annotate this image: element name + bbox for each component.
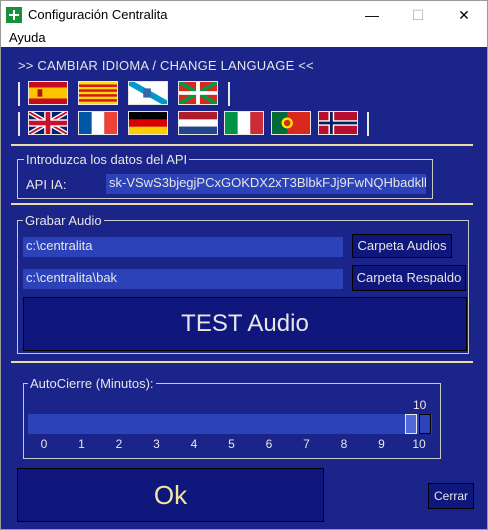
menu-bar: Ayuda (1, 29, 487, 47)
autoclose-tick-label: 9 (378, 437, 385, 451)
menu-ayuda[interactable]: Ayuda (9, 30, 46, 45)
section-separator (11, 144, 473, 146)
audio-path-input[interactable]: c:\centralita (23, 237, 343, 257)
section-separator (11, 203, 473, 205)
spain-flag-button[interactable] (28, 81, 68, 105)
section-separator (11, 361, 473, 363)
autoclose-tick-label: 3 (153, 437, 160, 451)
galicia-flag-icon (129, 82, 167, 104)
norway-flag-icon (319, 112, 357, 134)
italy-flag-icon (225, 112, 263, 134)
flag-separator (18, 82, 20, 106)
flag-separator (367, 112, 369, 136)
close-window-button[interactable]: ✕ (441, 1, 487, 29)
autoclose-tick-label: 4 (190, 437, 198, 451)
test-audio-button[interactable]: TEST Audio (23, 297, 467, 351)
germany-flag-icon (129, 112, 167, 134)
autoclose-tick-label: 7 (303, 437, 310, 451)
maximize-button[interactable]: ☐ (395, 1, 441, 29)
catalonia-flag-icon (79, 82, 117, 104)
netherlands-flag-button[interactable] (178, 111, 218, 135)
backup-folder-button[interactable]: Carpeta Respaldo (352, 265, 466, 291)
germany-flag-button[interactable] (128, 111, 168, 135)
portugal-flag-icon (272, 112, 310, 134)
audio-folder-button[interactable]: Carpeta Audios (352, 234, 452, 258)
basque-flag-button[interactable] (178, 81, 218, 105)
autoclose-tick-label: 10 (412, 437, 426, 451)
france-flag-icon (79, 112, 117, 134)
catalonia-flag-button[interactable] (78, 81, 118, 105)
autoclose-value-label: 10 (413, 398, 427, 412)
app-icon (6, 7, 22, 23)
api-key-label: API IA: (26, 177, 67, 192)
uk-flag-icon (29, 112, 67, 134)
france-flag-button[interactable] (78, 111, 118, 135)
flag-separator (18, 112, 20, 136)
autoclose-tick-label: 2 (115, 437, 123, 451)
ok-button[interactable]: Ok (17, 468, 324, 522)
backup-path-input[interactable]: c:\centralita\bak (23, 269, 343, 289)
audio-group-label: Grabar Audio (23, 213, 104, 228)
autoclose-slider-end (419, 414, 431, 434)
change-language-link[interactable]: >> CAMBIAR IDIOMA / CHANGE LANGUAGE << (18, 58, 314, 73)
minimize-button[interactable]: — (349, 1, 395, 29)
basque-flag-icon (179, 82, 217, 104)
autoclose-slider-thumb[interactable] (405, 414, 417, 434)
italy-flag-button[interactable] (224, 111, 264, 135)
netherlands-flag-icon (179, 112, 217, 134)
norway-flag-button[interactable] (318, 111, 358, 135)
autoclose-tick-label: 8 (340, 437, 348, 451)
galicia-flag-button[interactable] (128, 81, 168, 105)
window-title: Configuración Centralita (28, 7, 168, 22)
autoclose-group-label: AutoCierre (Minutos): (28, 376, 156, 391)
portugal-flag-button[interactable] (271, 111, 311, 135)
spain-flag-icon (29, 82, 67, 104)
uk-flag-button[interactable] (28, 111, 68, 135)
autoclose-tick-label: 5 (228, 437, 235, 451)
autoclose-tick-label: 1 (78, 437, 85, 451)
close-button[interactable]: Cerrar (428, 483, 474, 509)
title-bar[interactable]: Configuración Centralita — ☐ ✕ (1, 1, 487, 29)
autoclose-tick-label: 0 (40, 437, 48, 451)
api-group-label: Introduzca los datos del API (24, 152, 190, 167)
autoclose-tick-label: 6 (265, 437, 273, 451)
api-key-input[interactable]: sk-VSwS3bjegjPCxGOKDX2xT3BlbkFJj9FwNQHba… (106, 174, 426, 194)
flag-separator (228, 82, 230, 106)
autoclose-slider-track[interactable] (28, 414, 432, 434)
config-window: Configuración Centralita — ☐ ✕ Ayuda >> … (0, 0, 488, 530)
